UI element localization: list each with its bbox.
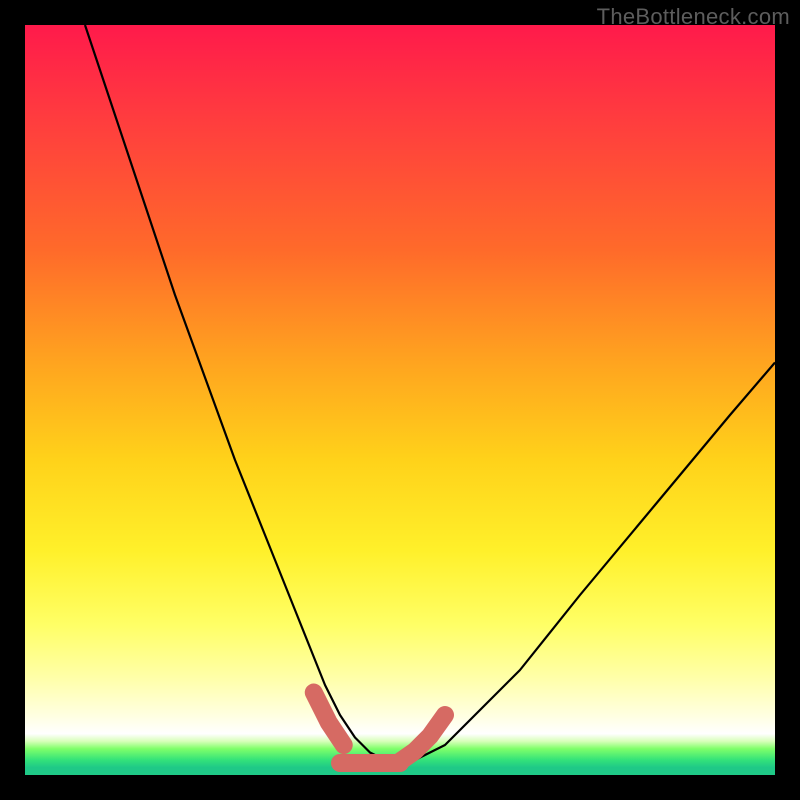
series-pink-marker-left: [314, 693, 344, 746]
series-group: [85, 25, 775, 763]
outer-frame: TheBottleneck.com: [0, 0, 800, 800]
series-black-curve: [85, 25, 775, 760]
series-pink-marker-right: [400, 715, 445, 762]
chart-svg: [25, 25, 775, 775]
plot-area: [25, 25, 775, 775]
